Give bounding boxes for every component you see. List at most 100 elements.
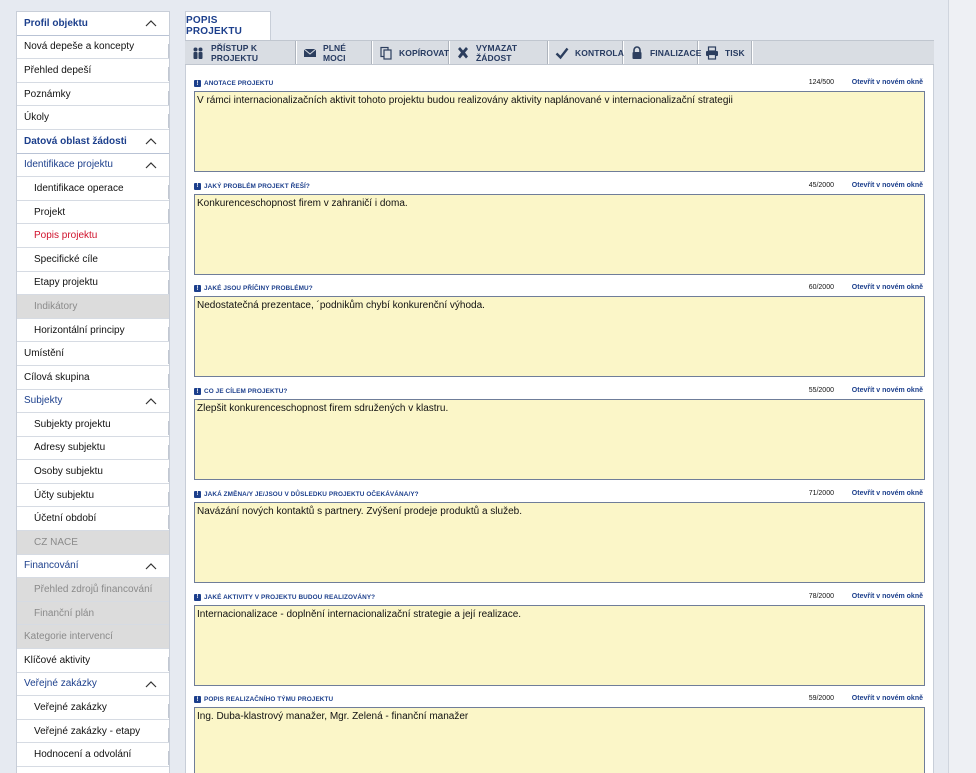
sidebar-item-14[interactable]: Umístění — [17, 342, 169, 366]
open-in-new-window-link[interactable]: Otevřít v novém okně — [852, 79, 923, 86]
sidebar-item-label: Horizontální principy — [34, 324, 125, 336]
field-textarea[interactable]: Ing. Duba-klastrový manažer, Mgr. Zelená… — [194, 707, 925, 773]
field-textarea[interactable]: Nedostatečná prezentace, ´podnikům chybí… — [194, 296, 925, 378]
sidebar-item-0[interactable]: Profil objektu — [17, 12, 169, 36]
sidebar-item-13[interactable]: Horizontální principy — [17, 319, 169, 343]
open-in-new-window-link[interactable]: Otevřít v novém okně — [852, 387, 923, 394]
row-divider — [168, 208, 169, 223]
sidebar-item-31[interactable]: Hodnocení a odvolání — [17, 743, 169, 767]
sidebar-item-label: Popis projektu — [34, 230, 98, 242]
printer-icon — [705, 45, 719, 60]
sidebar-item-24[interactable]: Přehled zdrojů financování — [17, 578, 169, 602]
sidebar-item-19[interactable]: Osoby subjektu — [17, 460, 169, 484]
chevron-up-icon[interactable] — [145, 137, 157, 145]
form-field: ! POPIS REALIZAČNÍHO TÝMU PROJEKTU 59/2000… — [194, 695, 925, 773]
open-in-new-window-link[interactable]: Otevřít v novém okně — [852, 695, 923, 702]
field-textarea[interactable]: Konkurenceschopnost firem v zahraničí i … — [194, 193, 925, 275]
row-divider — [168, 114, 169, 129]
row-divider — [168, 657, 169, 672]
sidebar-item-30[interactable]: Veřejné zakázky - etapy — [17, 720, 169, 744]
access-button[interactable]: PŘÍSTUP K PROJEKTU — [185, 41, 297, 64]
row-divider — [168, 185, 169, 200]
info-icon[interactable]: ! — [194, 285, 201, 293]
field-label: ! CO JE CÍLEM PROJEKTU? — [194, 388, 287, 396]
delete-request-button[interactable]: VYMAZAT ŽÁDOST — [450, 41, 549, 64]
sidebar-item-1[interactable]: Nová depeše a koncepty — [17, 36, 169, 60]
sidebar-item-27[interactable]: Klíčové aktivity — [17, 649, 169, 673]
chevron-up-icon[interactable] — [145, 19, 157, 27]
sidebar-item-2[interactable]: Přehled depeší — [17, 59, 169, 83]
sidebar-item-18[interactable]: Adresy subjektu — [17, 437, 169, 461]
row-divider — [168, 444, 169, 459]
chevron-up-icon[interactable] — [145, 562, 157, 570]
field-label-text: POPIS REALIZAČNÍHO TÝMU PROJEKTU — [204, 696, 334, 704]
sidebar-item-label: Adresy subjektu — [34, 442, 106, 454]
sidebar-item-12[interactable]: Indikátory — [17, 295, 169, 319]
chevron-up-icon[interactable] — [145, 397, 157, 405]
sidebar-item-16[interactable]: Subjekty — [17, 390, 169, 414]
sidebar-item-4[interactable]: Úkoly — [17, 106, 169, 130]
sidebar-item-20[interactable]: Účty subjektu — [17, 484, 169, 508]
sidebar-item-22[interactable]: CZ NACE — [17, 531, 169, 555]
sidebar-item-label: Subjekty — [24, 395, 63, 407]
sidebar-item-label: Datová oblast žádosti — [24, 135, 127, 147]
chevron-up-icon[interactable] — [145, 161, 157, 169]
info-icon[interactable]: ! — [194, 80, 201, 87]
sidebar-item-10[interactable]: Specifické cíle — [17, 248, 169, 272]
sidebar-item-17[interactable]: Subjekty projektu — [17, 413, 169, 437]
cross-icon — [456, 46, 470, 60]
form-field: ! JAKÁ ZMĚNA/Y JE/JSOU V DŮSLEDKU PROJEKT… — [194, 490, 925, 583]
field-textarea[interactable]: Internacionalizace - doplnění internacio… — [194, 604, 925, 686]
sidebar-item-label: Subjekty projektu — [34, 418, 111, 430]
row-divider — [168, 704, 169, 719]
chevron-up-icon[interactable] — [145, 680, 157, 688]
field-textarea[interactable]: Zlepšit konkurenceschopnost firem sdruže… — [194, 399, 925, 481]
power-of-attorney-button[interactable]: PLNÉ MOCI — [297, 41, 373, 64]
field-textarea[interactable]: Navázání nových kontaktů s partnery. Zvý… — [194, 501, 925, 583]
row-divider — [168, 67, 169, 82]
sidebar-item-28[interactable]: Veřejné zakázky — [17, 673, 169, 697]
open-in-new-window-link[interactable]: Otevřít v novém okně — [852, 593, 923, 600]
sidebar-item-label: Financování — [24, 560, 79, 572]
open-in-new-window-link[interactable]: Otevřít v novém okně — [852, 490, 923, 497]
main-panel: POPIS PROJEKTU PŘÍSTUP K PROJEKTU PLNÉ MO… — [185, 11, 934, 773]
sidebar-item-26[interactable]: Kategorie intervencí — [17, 625, 169, 650]
sidebar-item-label: Přehled zdrojů financování — [34, 584, 153, 596]
sidebar-item-label: Poznámky — [24, 88, 71, 100]
info-icon[interactable]: ! — [194, 182, 201, 190]
info-icon[interactable]: ! — [194, 490, 201, 498]
field-header: ! POPIS REALIZAČNÍHO TÝMU PROJEKTU 59/2000… — [194, 695, 925, 706]
sidebar-item-6[interactable]: Identifikace projektu — [17, 154, 169, 178]
check-icon — [555, 46, 569, 60]
tab-popis-projektu[interactable]: POPIS PROJEKTU — [185, 11, 271, 40]
sidebar-item-11[interactable]: Etapy projektu — [17, 272, 169, 296]
info-icon[interactable]: ! — [194, 388, 201, 396]
sidebar-item-5[interactable]: Datová oblast žádosti — [17, 130, 169, 154]
char-counter: 78/2000 — [808, 592, 834, 600]
sidebar-item-25[interactable]: Finanční plán — [17, 601, 169, 626]
sidebar-item-23[interactable]: Financování — [17, 555, 169, 579]
sidebar-item-15[interactable]: Cílová skupina — [17, 366, 169, 390]
char-counter: 55/2000 — [808, 387, 834, 395]
sidebar-item-7[interactable]: Identifikace operace — [17, 177, 169, 201]
char-counter: 59/2000 — [808, 695, 834, 703]
row-divider — [168, 421, 169, 436]
sidebar: Profil objektu Nová depeše a koncepty Přeh… — [16, 11, 170, 773]
row-divider — [168, 326, 169, 341]
sidebar-item-29[interactable]: Veřejné zakázky — [17, 696, 169, 720]
field-textarea[interactable]: V rámci internacionalizačních aktivit to… — [194, 91, 925, 172]
sidebar-item-9[interactable]: Popis projektu — [17, 224, 169, 248]
print-button[interactable]: TISK — [699, 41, 753, 64]
check-button[interactable]: KONTROLA — [549, 41, 624, 64]
open-in-new-window-link[interactable]: Otevřít v novém okně — [852, 284, 923, 291]
sidebar-item-21[interactable]: Účetní období — [17, 507, 169, 532]
sidebar-item-8[interactable]: Projekt — [17, 201, 169, 225]
sidebar-item-label: Hodnocení a odvolání — [34, 749, 132, 761]
copy-button[interactable]: KOPÍROVAT — [373, 41, 450, 64]
open-in-new-window-link[interactable]: Otevřít v novém okně — [852, 182, 923, 189]
finalize-button[interactable]: FINALIZACE — [624, 41, 701, 64]
field-label-text: ANOTACE PROJEKTU — [204, 80, 274, 87]
sidebar-item-3[interactable]: Poznámky — [17, 83, 169, 107]
info-icon[interactable]: ! — [194, 696, 201, 704]
info-icon[interactable]: ! — [194, 593, 201, 601]
